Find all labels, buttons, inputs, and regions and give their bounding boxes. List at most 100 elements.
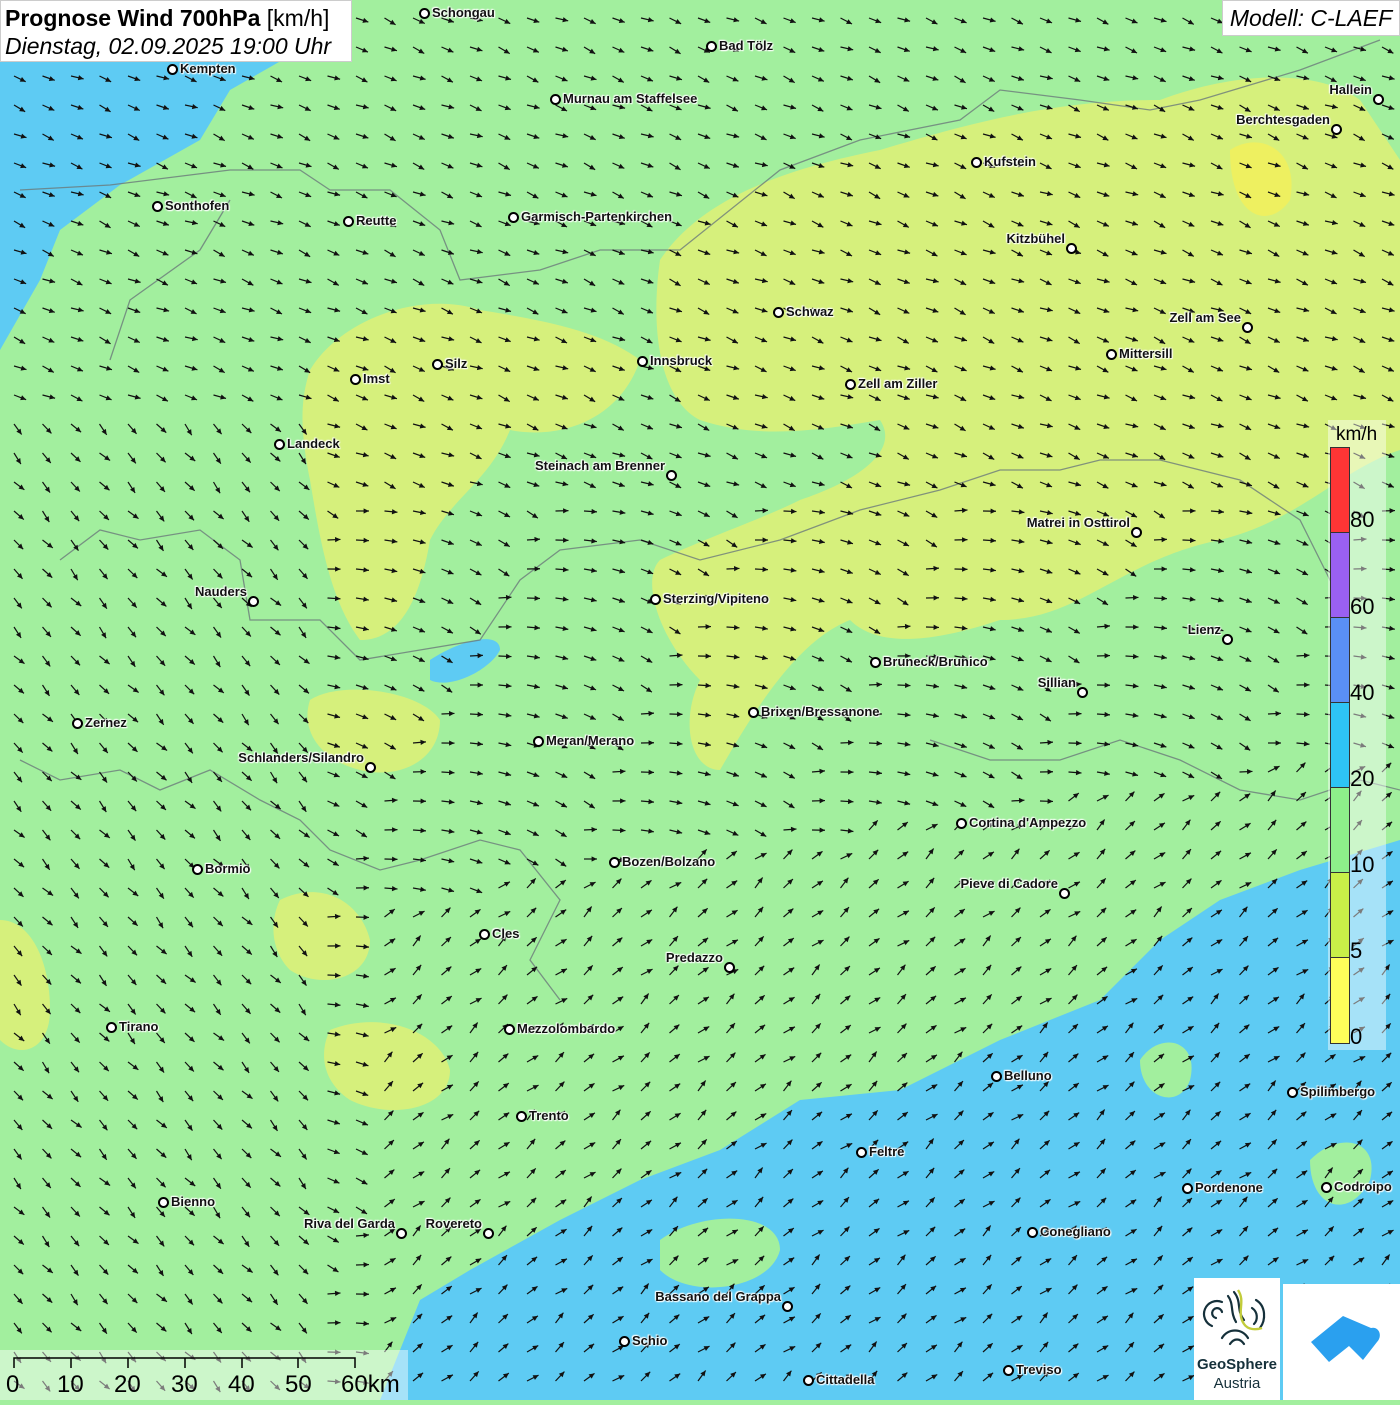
legend-swatch: [1331, 618, 1349, 703]
city-label: Schwaz: [786, 305, 834, 319]
city-label: Zell am Ziller: [858, 377, 937, 391]
city-label: Bad Tölz: [719, 39, 773, 53]
city-label: Zell am See: [1169, 311, 1241, 325]
city-label: Bienno: [171, 1195, 215, 1209]
city-marker: [396, 1228, 407, 1239]
city-marker: [1131, 527, 1142, 538]
city-marker: [1003, 1365, 1014, 1376]
city-label: Zernez: [85, 716, 127, 730]
legend-swatch: [1331, 533, 1349, 618]
city-marker: [419, 8, 430, 19]
city-marker: [956, 818, 967, 829]
city-marker: [167, 64, 178, 75]
title-box: Prognose Wind 700hPa [km/h] Dienstag, 02…: [0, 0, 352, 62]
city-label: Trento: [529, 1109, 569, 1123]
city-label: Kempten: [180, 62, 236, 76]
geosphere-logo-icon: [1194, 1278, 1280, 1354]
city-marker: [637, 356, 648, 367]
city-label: Bozen/Bolzano: [622, 855, 715, 869]
city-marker: [533, 736, 544, 747]
city-marker: [1373, 94, 1384, 105]
scale-label: 10: [57, 1371, 84, 1399]
city-marker: [870, 657, 881, 668]
legend-label: 60: [1350, 594, 1374, 620]
mountain-cloud-logo-icon: [1283, 1284, 1400, 1400]
city-marker: [192, 864, 203, 875]
geosphere-name: GeoSphere: [1194, 1356, 1280, 1373]
city-label: Pordenone: [1195, 1181, 1263, 1195]
legend-swatch: [1331, 958, 1349, 1043]
legend-swatch: [1331, 873, 1349, 958]
scale-label: 20: [114, 1371, 141, 1399]
city-marker: [782, 1301, 793, 1312]
city-marker: [666, 470, 677, 481]
scale-label: 0: [6, 1371, 19, 1399]
city-marker: [724, 962, 735, 973]
city-label: Feltre: [869, 1145, 904, 1159]
city-marker: [619, 1336, 630, 1347]
city-label: Hallein: [1329, 83, 1372, 97]
city-marker: [1242, 322, 1253, 333]
city-marker: [991, 1071, 1002, 1082]
city-label: Tirano: [119, 1020, 159, 1034]
city-label: Berchtesgaden: [1236, 113, 1330, 127]
city-label: Schio: [632, 1334, 667, 1348]
city-marker: [748, 707, 759, 718]
city-label: Belluno: [1004, 1069, 1052, 1083]
forecast-datetime: Dienstag, 02.09.2025 19:00 Uhr: [5, 32, 351, 60]
city-marker: [971, 157, 982, 168]
city-marker: [609, 857, 620, 868]
city-marker: [1077, 687, 1088, 698]
legend-swatch: [1331, 788, 1349, 873]
city-label: Landeck: [287, 437, 340, 451]
city-marker: [1222, 634, 1233, 645]
city-label: Lienz: [1188, 623, 1221, 637]
city-label: Bormio: [205, 862, 251, 876]
city-marker: [550, 94, 561, 105]
legend-swatch: [1331, 448, 1349, 533]
city-label: Innsbruck: [650, 354, 712, 368]
city-marker: [432, 359, 443, 370]
color-legend: km/h 80 60 40 20 10 5 0: [1328, 420, 1386, 1050]
city-marker: [650, 594, 661, 605]
city-marker: [504, 1024, 515, 1035]
city-label: Mezzolombardo: [517, 1022, 615, 1036]
app-logo[interactable]: [1283, 1284, 1400, 1400]
city-marker: [152, 201, 163, 212]
city-label: Matrei in Osttirol: [1027, 516, 1130, 530]
city-label: Nauders: [195, 585, 247, 599]
city-label: Bassano del Grappa: [655, 1290, 781, 1304]
map-title: Prognose Wind 700hPa [km/h]: [5, 4, 351, 32]
city-label: Silz: [445, 357, 467, 371]
scale-bar: 0 10 20 30 40 50 60km: [0, 1350, 408, 1400]
city-label: Schlanders/Silandro: [238, 751, 364, 765]
city-marker: [248, 596, 259, 607]
city-marker: [1331, 124, 1342, 135]
city-label: Rovereto: [426, 1217, 482, 1231]
city-label: Reutte: [356, 214, 396, 228]
city-label: Brixen/Bressanone: [761, 705, 880, 719]
scale-label: 60km: [341, 1371, 400, 1399]
city-marker: [158, 1197, 169, 1208]
city-label: Kitzbühel: [1007, 232, 1066, 246]
city-marker: [350, 374, 361, 385]
city-marker: [773, 307, 784, 318]
city-label: Sonthofen: [165, 199, 229, 213]
city-marker: [365, 762, 376, 773]
city-label: Predazzo: [666, 951, 723, 965]
city-marker: [1321, 1182, 1332, 1193]
city-marker: [706, 41, 717, 52]
city-label: Meran/Merano: [546, 734, 634, 748]
city-label: Steinach am Brenner: [535, 459, 665, 473]
geosphere-austria-logo[interactable]: GeoSphere Austria: [1194, 1278, 1280, 1400]
scale-label: 40: [228, 1371, 255, 1399]
city-marker: [1059, 888, 1070, 899]
city-marker: [479, 929, 490, 940]
city-label: Cittadella: [816, 1373, 875, 1387]
legend-colorbar: [1330, 447, 1350, 1044]
city-label: Treviso: [1016, 1363, 1062, 1377]
legend-swatch: [1331, 703, 1349, 788]
city-label: Garmisch-Partenkirchen: [521, 210, 672, 224]
city-label: Kufstein: [984, 155, 1036, 169]
city-label: Pieve di Cadore: [960, 877, 1058, 891]
